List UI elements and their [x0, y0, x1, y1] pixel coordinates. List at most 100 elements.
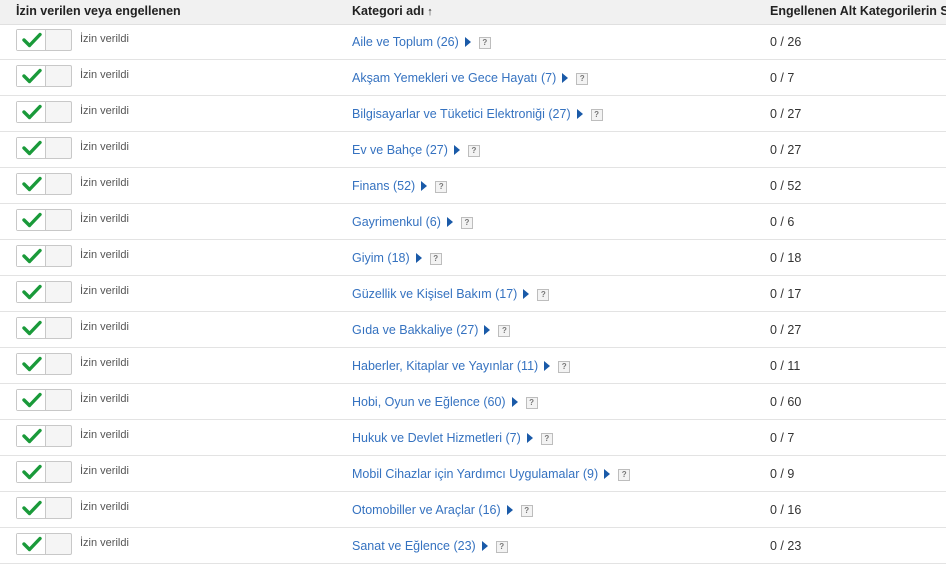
status-label: İzin verildi	[80, 429, 129, 441]
allow-toggle[interactable]	[16, 353, 72, 375]
category-link[interactable]: Ev ve Bahçe (27)?	[352, 143, 480, 157]
checkmark-icon	[22, 500, 42, 516]
table-row: İzin verildi Mobil Cihazlar için Yardımcı…	[0, 456, 946, 492]
help-icon[interactable]: ?	[460, 217, 473, 229]
status-label: İzin verildi	[80, 141, 129, 153]
allow-toggle[interactable]	[16, 497, 72, 519]
triangle-right-icon[interactable]	[446, 217, 453, 227]
category-link[interactable]: Hobi, Oyun ve Eğlence (60)?	[352, 395, 538, 409]
allow-toggle[interactable]	[16, 317, 72, 339]
allow-toggle[interactable]	[16, 137, 72, 159]
help-icon[interactable]: ?	[576, 73, 589, 85]
toggle-knob	[17, 318, 46, 338]
allow-toggle[interactable]	[16, 245, 72, 267]
help-icon[interactable]: ?	[478, 37, 491, 49]
table-row: İzin verildi Güzellik ve Kişisel Bakım (1…	[0, 276, 946, 312]
help-icon[interactable]: ?	[520, 505, 533, 517]
table-row: İzin verildi Bilgisayarlar ve Tüketici El…	[0, 96, 946, 132]
triangle-right-icon[interactable]	[544, 361, 551, 371]
triangle-right-icon[interactable]	[604, 469, 611, 479]
toggle-knob	[17, 282, 46, 302]
help-icon[interactable]: ?	[558, 361, 571, 373]
allow-toggle[interactable]	[16, 425, 72, 447]
status-label: İzin verildi	[80, 465, 129, 477]
toggle-knob	[17, 498, 46, 518]
help-icon[interactable]: ?	[540, 433, 553, 445]
help-icon[interactable]: ?	[618, 469, 631, 481]
checkmark-icon	[22, 32, 42, 48]
allow-toggle[interactable]	[16, 281, 72, 303]
category-link[interactable]: Akşam Yemekleri ve Gece Hayatı (7)?	[352, 71, 589, 85]
blocked-count: 0 / 27	[770, 323, 802, 337]
toggle-knob	[17, 390, 46, 410]
allow-toggle[interactable]	[16, 533, 72, 555]
table-row: İzin verildi Hobi, Oyun ve Eğlence (60)? 0…	[0, 384, 946, 420]
help-icon[interactable]: ?	[537, 289, 550, 301]
category-table-body: İzin verildi Aile ve Toplum (26)? 0 / 26 İz…	[0, 24, 946, 564]
blocked-count: 0 / 18	[770, 251, 802, 265]
triangle-right-icon[interactable]	[453, 145, 460, 155]
help-icon[interactable]: ?	[467, 145, 480, 157]
table-row: İzin verildi Akşam Yemekleri ve Gece Haya…	[0, 60, 946, 96]
category-name: Mobil Cihazlar için Yardımcı Uygulamalar…	[352, 467, 599, 481]
category-link[interactable]: Gayrimenkul (6)?	[352, 215, 473, 229]
toggle-knob	[17, 66, 46, 86]
help-icon[interactable]: ?	[495, 541, 508, 553]
triangle-right-icon[interactable]	[576, 109, 583, 119]
column-header-category[interactable]: Kategori adı ↑	[352, 4, 433, 18]
category-link[interactable]: Güzellik ve Kişisel Bakım (17)?	[352, 287, 550, 301]
triangle-right-icon[interactable]	[484, 325, 491, 335]
category-link[interactable]: Hukuk ve Devlet Hizmetleri (7)?	[352, 431, 553, 445]
checkmark-icon	[22, 356, 42, 372]
triangle-right-icon[interactable]	[506, 505, 513, 515]
category-link[interactable]: Haberler, Kitaplar ve Yayınlar (11)?	[352, 359, 571, 373]
triangle-right-icon[interactable]	[562, 73, 569, 83]
allow-toggle[interactable]	[16, 389, 72, 411]
blocked-count: 0 / 9	[770, 467, 795, 481]
allow-toggle[interactable]	[16, 173, 72, 195]
checkmark-icon	[22, 104, 42, 120]
category-link[interactable]: Gıda ve Bakkaliye (27)?	[352, 323, 511, 337]
blocked-count: 0 / 52	[770, 179, 802, 193]
category-link[interactable]: Aile ve Toplum (26)?	[352, 35, 491, 49]
category-link[interactable]: Sanat ve Eğlence (23)?	[352, 539, 508, 553]
toggle-knob	[17, 174, 46, 194]
checkmark-icon	[22, 176, 42, 192]
category-link[interactable]: Finans (52)?	[352, 179, 448, 193]
category-link[interactable]: Otomobiller ve Araçlar (16)?	[352, 503, 533, 517]
category-link[interactable]: Bilgisayarlar ve Tüketici Elektroniği (2…	[352, 107, 603, 121]
help-icon[interactable]: ?	[435, 181, 448, 193]
triangle-right-icon[interactable]	[523, 289, 530, 299]
column-header-blocked[interactable]: Engellenen Alt Kategorilerin Sa	[770, 4, 946, 18]
checkmark-icon	[22, 392, 42, 408]
triangle-right-icon[interactable]	[421, 181, 428, 191]
category-link[interactable]: Mobil Cihazlar için Yardımcı Uygulamalar…	[352, 467, 631, 481]
allow-toggle[interactable]	[16, 209, 72, 231]
allow-toggle[interactable]	[16, 65, 72, 87]
table-row: İzin verildi Haberler, Kitaplar ve Yayınl…	[0, 348, 946, 384]
toggle-knob	[17, 462, 46, 482]
checkmark-icon	[22, 248, 42, 264]
help-icon[interactable]: ?	[590, 109, 603, 121]
triangle-right-icon[interactable]	[511, 397, 518, 407]
category-link[interactable]: Giyim (18)?	[352, 251, 442, 265]
triangle-right-icon[interactable]	[526, 433, 533, 443]
triangle-right-icon[interactable]	[481, 541, 488, 551]
blocked-count: 0 / 7	[770, 431, 795, 445]
triangle-right-icon[interactable]	[415, 253, 422, 263]
toggle-knob	[17, 138, 46, 158]
help-icon[interactable]: ?	[498, 325, 511, 337]
column-header-allowed[interactable]: İzin verilen veya engellenen	[16, 4, 181, 18]
checkmark-icon	[22, 320, 42, 336]
toggle-knob	[17, 354, 46, 374]
allow-toggle[interactable]	[16, 461, 72, 483]
triangle-right-icon[interactable]	[464, 37, 471, 47]
column-header-category-label: Kategori adı	[352, 4, 425, 18]
category-name: Sanat ve Eğlence (23)	[352, 539, 476, 553]
help-icon[interactable]: ?	[525, 397, 538, 409]
checkmark-icon	[22, 68, 42, 84]
allow-toggle[interactable]	[16, 101, 72, 123]
allow-toggle[interactable]	[16, 29, 72, 51]
status-label: İzin verildi	[80, 393, 129, 405]
help-icon[interactable]: ?	[429, 253, 442, 265]
